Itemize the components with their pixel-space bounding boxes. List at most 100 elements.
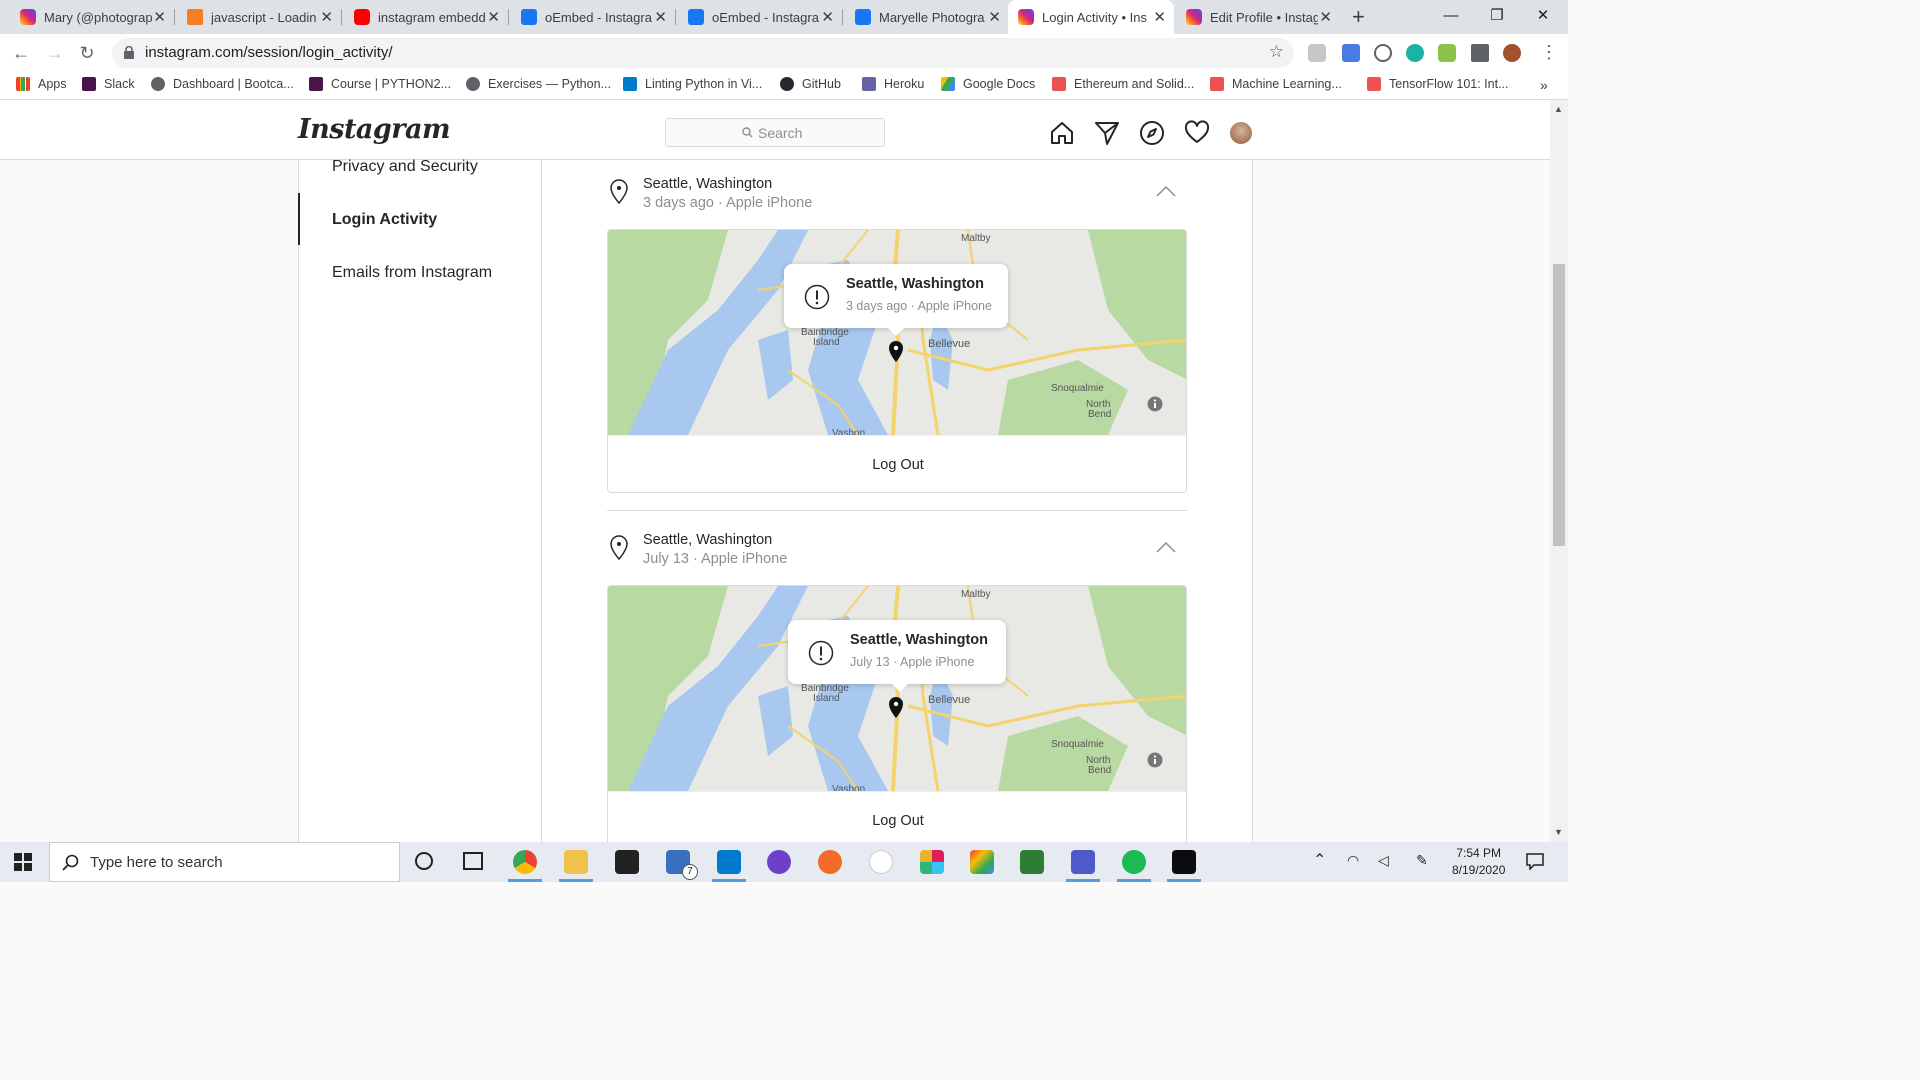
instagram-logo[interactable]: Instagram — [298, 114, 451, 145]
login-entry-header[interactable]: Seattle, Washington July 13 · Apple iPho… — [607, 532, 1187, 576]
menu-kebab-icon[interactable]: ⋮ — [1540, 42, 1558, 63]
close-icon[interactable]: ✕ — [487, 8, 500, 26]
bookmark-item[interactable]: Google Docs — [941, 77, 1035, 91]
cortana-icon[interactable] — [415, 852, 433, 870]
extension-icon[interactable] — [1438, 44, 1456, 62]
scrollbar-thumb[interactable] — [1553, 264, 1565, 546]
close-icon[interactable]: ✕ — [1319, 8, 1332, 26]
address-bar[interactable]: instagram.com/session/login_activity/ ☆ — [112, 38, 1294, 68]
tab-title: Mary (@photograp — [44, 9, 152, 25]
scroll-down-arrow-icon[interactable]: ▼ — [1554, 827, 1563, 837]
direct-message-icon[interactable] — [1094, 120, 1120, 146]
new-tab-button[interactable]: + — [1352, 4, 1365, 30]
home-icon[interactable] — [1049, 120, 1075, 146]
bookmark-item[interactable]: Dashboard | Bootca... — [151, 77, 294, 91]
bookmark-item[interactable]: Apps — [16, 77, 67, 91]
instagram-icon — [1186, 9, 1202, 25]
browser-tab[interactable]: Edit Profile • Instag ✕ — [1176, 0, 1340, 34]
puzzle-extensions-icon[interactable] — [1471, 44, 1489, 62]
store-icon[interactable] — [615, 850, 639, 874]
scroll-up-arrow-icon[interactable]: ▲ — [1554, 104, 1563, 114]
reload-button[interactable]: ↻ — [72, 38, 102, 68]
teams-icon[interactable] — [1071, 850, 1095, 874]
browser-tab[interactable]: oEmbed - Instagra ✕ — [678, 0, 842, 34]
slack-icon[interactable] — [920, 850, 944, 874]
mongodb-compass-icon[interactable] — [869, 850, 893, 874]
bookmark-item[interactable]: GitHub — [780, 77, 841, 91]
bookmark-item[interactable]: Slack — [82, 77, 135, 91]
log-out-button[interactable]: Log Out — [608, 435, 1186, 492]
chevron-up-tray-icon[interactable]: ⌃ — [1313, 850, 1326, 870]
maximize-button[interactable]: ❐ — [1474, 0, 1520, 34]
explore-compass-icon[interactable] — [1139, 120, 1165, 146]
info-icon[interactable] — [1147, 752, 1163, 768]
bookmark-item[interactable]: Exercises — Python... — [466, 77, 611, 91]
login-map[interactable]: Maltby Bainbridge Island Bellevue Snoqua… — [608, 230, 1186, 439]
browser-tab[interactable]: instagram embedd ✕ — [344, 0, 508, 34]
close-icon[interactable]: ✕ — [654, 8, 667, 26]
pen-icon[interactable]: ✎ — [1416, 852, 1428, 869]
close-icon[interactable]: ✕ — [1153, 8, 1166, 26]
wifi-icon[interactable]: ◠ — [1347, 852, 1359, 869]
facebook-icon — [855, 9, 871, 25]
bookmark-item[interactable]: Heroku — [862, 77, 924, 91]
system-clock[interactable]: 7:54 PM 8/19/2020 — [1452, 845, 1505, 879]
taskbar-search-input[interactable]: Type here to search — [49, 842, 400, 882]
file-explorer-icon[interactable] — [564, 850, 588, 874]
app-icon[interactable] — [1020, 850, 1044, 874]
bookmark-star-icon[interactable]: ☆ — [1269, 42, 1284, 62]
volume-icon[interactable]: ◁ — [1378, 852, 1389, 869]
github-desktop-icon[interactable] — [767, 850, 791, 874]
login-entry-header[interactable]: Seattle, Washington 3 days ago · Apple i… — [607, 176, 1187, 220]
vscode-icon[interactable] — [717, 850, 741, 874]
sidebar-item-privacy-and-security[interactable]: Privacy and Security — [332, 158, 478, 176]
close-icon[interactable]: ✕ — [153, 8, 166, 26]
extension-icon[interactable] — [1374, 44, 1392, 62]
search-icon — [62, 854, 79, 871]
postman-icon[interactable] — [818, 850, 842, 874]
extension-icon[interactable] — [1406, 44, 1424, 62]
extension-icon[interactable] — [1342, 44, 1360, 62]
spotify-icon[interactable] — [1122, 850, 1146, 874]
location-pin-icon — [610, 179, 628, 205]
bookmarks-overflow-button[interactable]: » — [1540, 77, 1548, 93]
terminal-icon[interactable] — [1172, 850, 1196, 874]
browser-tab[interactable]: oEmbed - Instagra ✕ — [511, 0, 675, 34]
info-icon[interactable] — [1147, 396, 1163, 412]
app-icon[interactable] — [970, 850, 994, 874]
browser-tab[interactable]: Maryelle Photogra ✕ — [845, 0, 1009, 34]
bookmark-item[interactable]: Course | PYTHON2... — [309, 77, 451, 91]
bookmark-item[interactable]: Linting Python in Vi... — [623, 77, 762, 91]
sidebar-item-emails-from-instagram[interactable]: Emails from Instagram — [332, 264, 492, 282]
log-out-button[interactable]: Log Out — [608, 791, 1186, 848]
map-popup: Seattle, Washington 3 days ago · Apple i… — [784, 264, 1008, 336]
notification-icon[interactable] — [1526, 853, 1544, 870]
forward-button[interactable]: → — [40, 38, 70, 68]
profile-avatar[interactable] — [1230, 122, 1252, 144]
bookmark-item[interactable]: Machine Learning... — [1210, 77, 1342, 91]
close-icon[interactable]: ✕ — [320, 8, 333, 26]
search-input[interactable]: Search — [665, 118, 885, 147]
close-window-button[interactable]: ✕ — [1520, 0, 1566, 34]
chrome-icon[interactable] — [513, 850, 537, 874]
task-view-icon[interactable] — [463, 852, 483, 870]
windows-start-icon[interactable] — [14, 853, 32, 871]
close-icon[interactable]: ✕ — [988, 8, 1001, 26]
browser-tab[interactable]: javascript - Loadin ✕ — [177, 0, 341, 34]
minimize-button[interactable]: — — [1428, 0, 1474, 34]
chevron-up-icon[interactable] — [1155, 540, 1177, 554]
bookmark-item[interactable]: Ethereum and Solid... — [1052, 77, 1194, 91]
close-icon[interactable]: ✕ — [821, 8, 834, 26]
browser-tab[interactable]: Mary (@photograp ✕ — [10, 0, 174, 34]
sidebar-item-login-activity[interactable]: Login Activity — [332, 211, 437, 229]
browser-tab-active[interactable]: Login Activity • Ins ✕ — [1008, 0, 1174, 34]
profile-avatar[interactable] — [1503, 44, 1521, 62]
youtube-icon — [354, 9, 370, 25]
back-button[interactable]: ← — [6, 38, 36, 68]
page-scrollbar[interactable]: ▲ ▼ — [1550, 100, 1568, 842]
login-map[interactable]: Maltby Bainbridge Island Bellevue Snoqua… — [608, 586, 1186, 795]
activity-heart-icon[interactable] — [1184, 120, 1210, 146]
chevron-up-icon[interactable] — [1155, 184, 1177, 198]
extension-icon[interactable] — [1308, 44, 1326, 62]
bookmark-item[interactable]: TensorFlow 101: Int... — [1367, 77, 1509, 91]
